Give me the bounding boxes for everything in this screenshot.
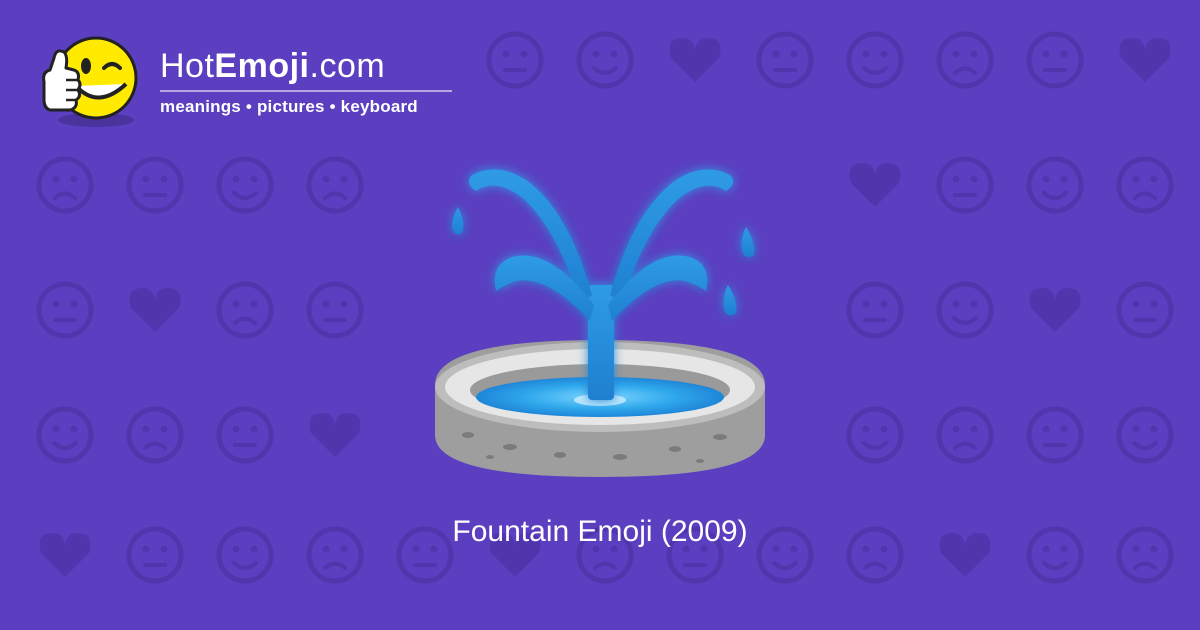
background-emoji-icon: [756, 31, 814, 89]
background-emoji-icon: [216, 406, 274, 464]
background-emoji-icon: [846, 281, 904, 339]
thumbs-up-smiley-icon: [42, 36, 138, 127]
background-emoji-icon: [846, 31, 904, 89]
background-emoji-icon: [36, 156, 94, 214]
site-logo[interactable]: HotEmoji.com meanings • pictures • keybo…: [38, 34, 468, 134]
fountain-icon: [435, 169, 765, 477]
background-emoji-icon: [1116, 156, 1174, 214]
background-emoji-icon: [129, 288, 181, 332]
background-emoji-icon: [309, 413, 361, 457]
brand-name: HotEmoji.com: [160, 46, 385, 86]
brand-divider: [160, 90, 452, 92]
background-emoji-icon: [1026, 156, 1084, 214]
brand-tagline: meanings • pictures • keyboard: [160, 97, 418, 116]
emoji-caption: Fountain Emoji (2009): [452, 515, 748, 548]
background-emoji-icon: [126, 156, 184, 214]
background-emoji-icon: [846, 406, 904, 464]
background-emoji-icon: [576, 31, 634, 89]
brand-name-light: Hot: [160, 47, 215, 85]
background-emoji-icon: [1026, 406, 1084, 464]
background-emoji-icon: [1029, 288, 1081, 332]
brand-name-bold: Emoji: [214, 47, 310, 85]
background-emoji-icon: [936, 406, 994, 464]
background-emoji-icon: [36, 406, 94, 464]
background-emoji-icon: [216, 281, 274, 339]
background-emoji-icon: [1116, 406, 1174, 464]
background-emoji-icon: [849, 163, 901, 207]
background-emoji-icon: [1026, 31, 1084, 89]
background-emoji-icon: [1119, 38, 1171, 82]
background-emoji-icon: [1116, 281, 1174, 339]
background-emoji-icon: [669, 38, 721, 82]
brand-name-suffix: .com: [309, 47, 386, 85]
background-emoji-icon: [486, 31, 544, 89]
background-emoji-icon: [36, 281, 94, 339]
background-emoji-icon: [306, 281, 364, 339]
background-emoji-icon: [216, 156, 274, 214]
background-emoji-icon: [936, 156, 994, 214]
background-emoji-icon: [936, 31, 994, 89]
background-emoji-icon: [126, 406, 184, 464]
background-emoji-icon: [306, 156, 364, 214]
background-emoji-icon: [936, 281, 994, 339]
